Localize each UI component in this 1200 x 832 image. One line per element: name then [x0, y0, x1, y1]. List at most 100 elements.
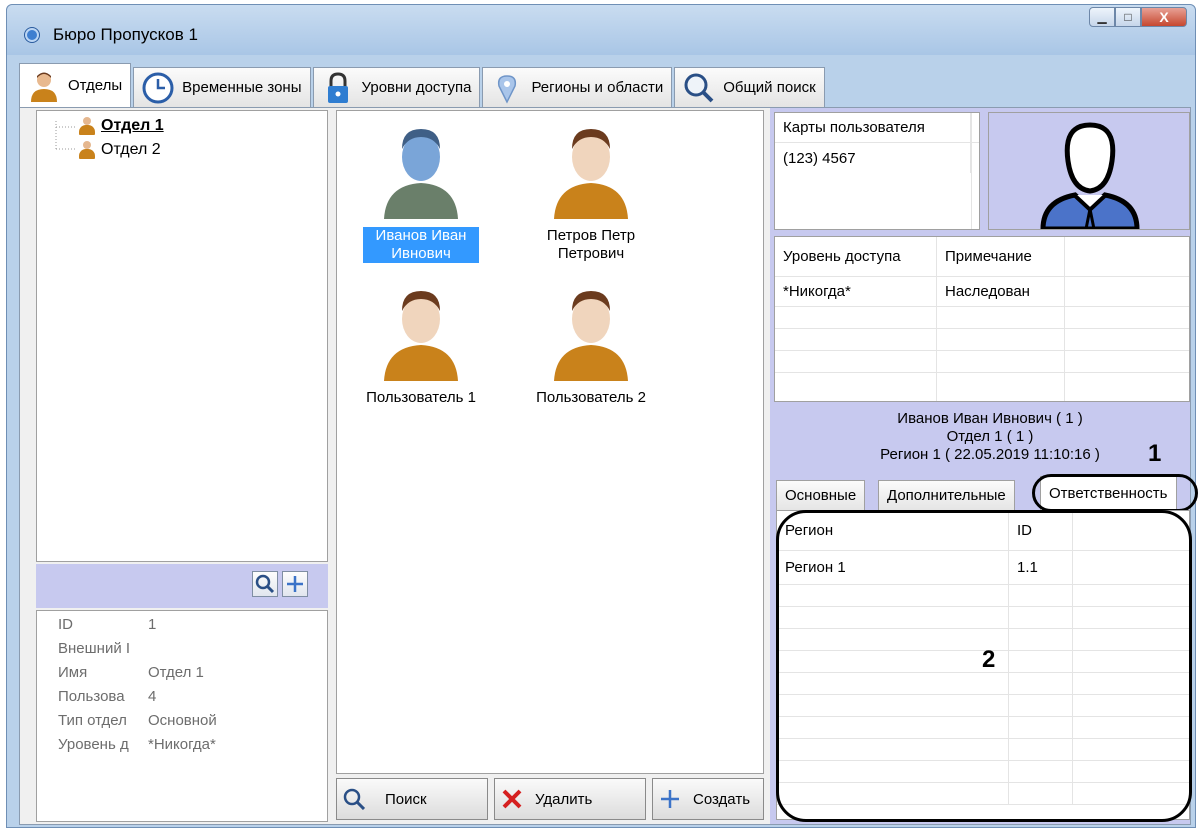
property-key: Имя [58, 664, 88, 681]
user-photo[interactable] [988, 112, 1190, 230]
department-toolbar [36, 564, 328, 608]
user-name: Пользователь 2 [536, 389, 646, 406]
tab-access-levels[interactable]: Уровни доступа [312, 67, 481, 107]
search-icon [683, 72, 715, 104]
table-row[interactable]: *Никогда* Наследован [775, 277, 1189, 307]
tab-label: Регионы и области [531, 79, 664, 96]
property-key: Уровень д [58, 736, 129, 753]
property-key: Тип отдел [58, 712, 127, 729]
search-user-button[interactable]: Поиск [336, 778, 488, 820]
department-icon [79, 117, 95, 135]
property-key: Внешний I [58, 640, 131, 657]
search-button-label: Поиск [385, 790, 427, 808]
user-card[interactable]: Петров Петр Петрович [521, 119, 661, 263]
access-levels-table: Уровень доступа Примечание *Никогда* Нас… [774, 236, 1190, 402]
property-row: Уровень д *Никогда* [58, 736, 216, 753]
app-window: Бюро Пропусков 1 ▁ □ X Отделы Временные … [6, 4, 1198, 828]
tab-label: Общий поиск [723, 79, 816, 96]
user-avatar-icon [554, 129, 628, 219]
window-title: Бюро Пропусков 1 [53, 25, 198, 44]
delete-icon [502, 789, 522, 809]
user-card[interactable]: Иванов Иван Ивнович [351, 119, 491, 263]
table-cell: (123) 4567 [775, 143, 971, 173]
table-cell: Наследован [937, 277, 1065, 306]
callout-number: 1 [1148, 440, 1162, 467]
column-header: Примечание [937, 237, 1065, 276]
department-icon [79, 141, 95, 159]
delete-button-label: Удалить [535, 790, 593, 808]
create-user-button[interactable]: Создать [652, 778, 764, 820]
table-row [775, 351, 1189, 373]
users-panel: Иванов Иван Ивнович Петров Петр Петрович… [336, 110, 764, 774]
person-icon [28, 70, 60, 102]
subtab-label: Основные [785, 487, 857, 504]
department-tree[interactable]: Отдел 1 Отдел 2 [36, 110, 328, 562]
column-header: Уровень доступа [775, 237, 937, 276]
tree-item-label: Отдел 1 [101, 117, 164, 134]
property-value: 4 [148, 688, 157, 705]
table-row[interactable]: (123) 4567 [775, 143, 979, 173]
table-row [775, 307, 1189, 329]
delete-user-button[interactable]: Удалить [494, 778, 646, 820]
property-row: Тип отдел Основной [58, 712, 217, 729]
user-avatar-icon [384, 129, 458, 219]
table-cell: *Никогда* [775, 277, 937, 306]
property-row: Внешний I [58, 640, 148, 657]
maximize-button[interactable]: □ [1115, 7, 1141, 27]
user-avatar-icon [554, 291, 628, 381]
table-row [775, 373, 1189, 401]
property-value: *Никогда* [148, 736, 216, 753]
department-search-button[interactable] [252, 571, 278, 597]
property-row: ID 1 [58, 616, 156, 633]
tab-label: Уровни доступа [361, 79, 472, 96]
property-row: Имя Отдел 1 [58, 664, 204, 681]
user-photo-icon [1040, 122, 1140, 229]
column-header: Карты пользователя [775, 113, 971, 142]
tab-label: Временные зоны [182, 79, 302, 96]
tree-item-department[interactable]: Отдел 1 [79, 117, 164, 135]
tab-global-search[interactable]: Общий поиск [674, 67, 825, 107]
lock-icon [322, 71, 354, 104]
plus-icon [661, 790, 679, 808]
user-card[interactable]: Пользователь 2 [521, 281, 661, 407]
tab-basic[interactable]: Основные [776, 480, 866, 510]
property-value: 1 [148, 616, 157, 633]
user-summary-department: Отдел 1 ( 1 ) [946, 428, 1034, 445]
user-card[interactable]: Пользователь 1 [351, 281, 491, 407]
title-bar: Бюро Пропусков 1 ▁ □ X [7, 5, 1195, 55]
property-value: Основной [148, 712, 217, 729]
user-summary-region: Регион 1 ( 22.05.2019 11:10:16 ) [880, 446, 1100, 463]
table-row [775, 329, 1189, 351]
tab-regions[interactable]: Регионы и области [482, 67, 673, 107]
user-name: Петров Петр Петрович [546, 227, 636, 262]
window-controls: ▁ □ X [1089, 7, 1187, 27]
callout-number: 2 [982, 646, 996, 673]
tab-additional[interactable]: Дополнительные [878, 480, 1015, 510]
user-cards-table: Карты пользователя (123) 4567 [774, 112, 980, 230]
table-header-row: Уровень доступа Примечание [775, 237, 1189, 277]
tab-label: Отделы [68, 77, 123, 94]
tab-content: Отдел 1 Отдел 2 ID 1 Внешний I Имя Отдел 1… [19, 107, 1198, 825]
tab-departments[interactable]: Отделы [19, 63, 132, 107]
property-row: Пользова 4 [58, 688, 156, 705]
tree-item-department[interactable]: Отдел 2 [79, 141, 161, 159]
property-key: Пользова [58, 688, 125, 705]
user-avatar-icon [384, 291, 458, 381]
clock-icon [142, 72, 174, 104]
minimize-button[interactable]: ▁ [1089, 7, 1115, 27]
user-summary-name: Иванов Иван Ивнович ( 1 ) [897, 410, 1083, 427]
table-header-row: Карты пользователя [775, 113, 979, 143]
user-name: Пользователь 1 [366, 389, 476, 406]
create-button-label: Создать [693, 790, 751, 808]
close-button[interactable]: X [1141, 7, 1187, 27]
user-name: Иванов Иван Ивнович [363, 227, 479, 263]
search-icon [255, 574, 275, 594]
department-add-button[interactable] [282, 571, 308, 597]
tree-item-label: Отдел 2 [101, 141, 161, 158]
map-pin-icon [491, 72, 523, 104]
main-tabstrip: Отделы Временные зоны Уровни доступа Рег… [19, 63, 827, 107]
user-summary: Иванов Иван Ивнович ( 1 ) Отдел 1 ( 1 ) … [790, 410, 1190, 464]
search-icon [343, 788, 365, 810]
tab-time-zones[interactable]: Временные зоны [133, 67, 311, 107]
app-icon [25, 28, 39, 42]
